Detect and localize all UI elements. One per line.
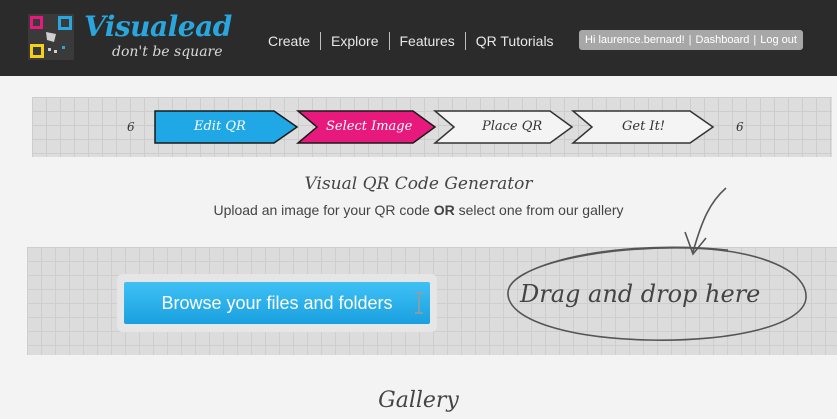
browse-files-button[interactable]: Browse your files and folders <box>124 282 430 324</box>
visualead-logo-icon[interactable] <box>26 12 76 62</box>
drag-drop-doodle-icon <box>507 187 807 341</box>
nav-explore[interactable]: Explore <box>331 33 378 49</box>
logout-link[interactable]: Log out <box>760 34 797 46</box>
dashboard-link[interactable]: Dashboard <box>696 34 750 46</box>
steps-right-marker: 6 <box>736 120 744 134</box>
brand-name[interactable]: Visualead <box>84 10 232 43</box>
text-cursor-icon <box>415 292 423 314</box>
nav-qr-tutorials[interactable]: QR Tutorials <box>476 33 554 49</box>
nav-divider <box>388 32 390 50</box>
user-bar-divider: | <box>753 34 757 46</box>
user-greeting[interactable]: Hi laurence.bernard! <box>585 34 685 46</box>
top-header: Visualead don't be square Create Explore… <box>0 0 837 76</box>
main-nav: Create Explore Features QR Tutorials <box>268 32 554 50</box>
nav-create[interactable]: Create <box>268 33 310 49</box>
nav-divider <box>464 32 466 50</box>
drag-drop-label: Drag and drop here <box>520 280 761 308</box>
step-place-qr-label: Place QR <box>482 119 543 134</box>
user-bar: Hi laurence.bernard! | Dashboard | Log o… <box>579 30 803 50</box>
step-get-it-label: Get It! <box>622 119 666 134</box>
instructions-or: OR <box>433 202 455 218</box>
nav-features[interactable]: Features <box>400 33 455 49</box>
brand-tagline: don't be square <box>112 44 223 60</box>
nav-divider <box>320 32 322 50</box>
user-bar-divider: | <box>688 34 692 46</box>
gallery-heading: Gallery <box>378 388 459 413</box>
steps-left-marker: 6 <box>127 120 135 134</box>
step-edit-qr-label: Edit QR <box>194 119 246 134</box>
step-select-image-label: Select Image <box>326 119 413 134</box>
instructions-part-1: Upload an image for your QR code <box>213 202 430 218</box>
